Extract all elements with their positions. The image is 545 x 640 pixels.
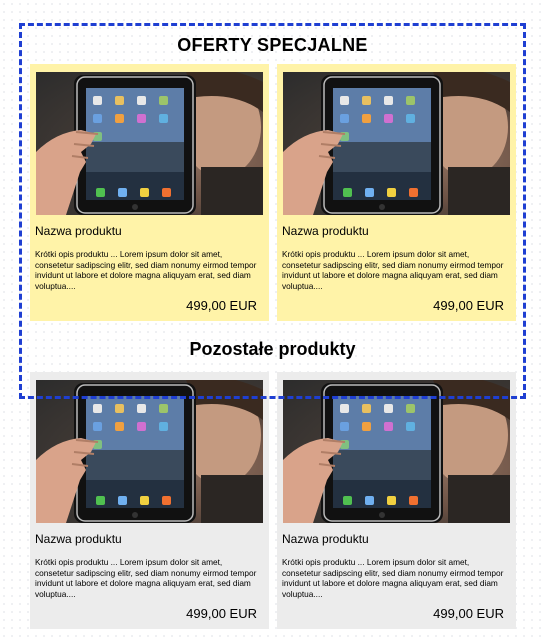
special-offers-title: OFERTY SPECJALNE <box>177 35 368 55</box>
tablet-photo-icon[interactable] <box>283 72 510 215</box>
product-price: 499,00 EUR <box>433 606 504 621</box>
tablet-photo-icon[interactable] <box>283 380 510 523</box>
product-name[interactable]: Nazwa produktu <box>35 532 122 546</box>
product-description: Krótki opis produktu ... Lorem ipsum dol… <box>282 249 504 291</box>
tablet-photo-icon[interactable] <box>36 380 263 523</box>
product-card[interactable]: Nazwa produktu Krótki opis produktu ... … <box>30 372 269 629</box>
product-price: 499,00 EUR <box>186 606 257 621</box>
other-products-title: Pozostałe produkty <box>189 339 356 359</box>
product-description: Krótki opis produktu ... Lorem ipsum dol… <box>35 249 257 291</box>
product-card[interactable]: Nazwa produktu Krótki opis produktu ... … <box>277 372 516 629</box>
product-name[interactable]: Nazwa produktu <box>282 224 369 238</box>
product-card[interactable]: Nazwa produktu Krótki opis produktu ... … <box>277 64 516 321</box>
product-price: 499,00 EUR <box>433 298 504 313</box>
product-description: Krótki opis produktu ... Lorem ipsum dol… <box>35 557 257 599</box>
product-name[interactable]: Nazwa produktu <box>282 532 369 546</box>
product-card[interactable]: Nazwa produktu Krótki opis produktu ... … <box>30 64 269 321</box>
product-name[interactable]: Nazwa produktu <box>35 224 122 238</box>
product-price: 499,00 EUR <box>186 298 257 313</box>
product-description: Krótki opis produktu ... Lorem ipsum dol… <box>282 557 504 599</box>
tablet-photo-icon[interactable] <box>36 72 263 215</box>
